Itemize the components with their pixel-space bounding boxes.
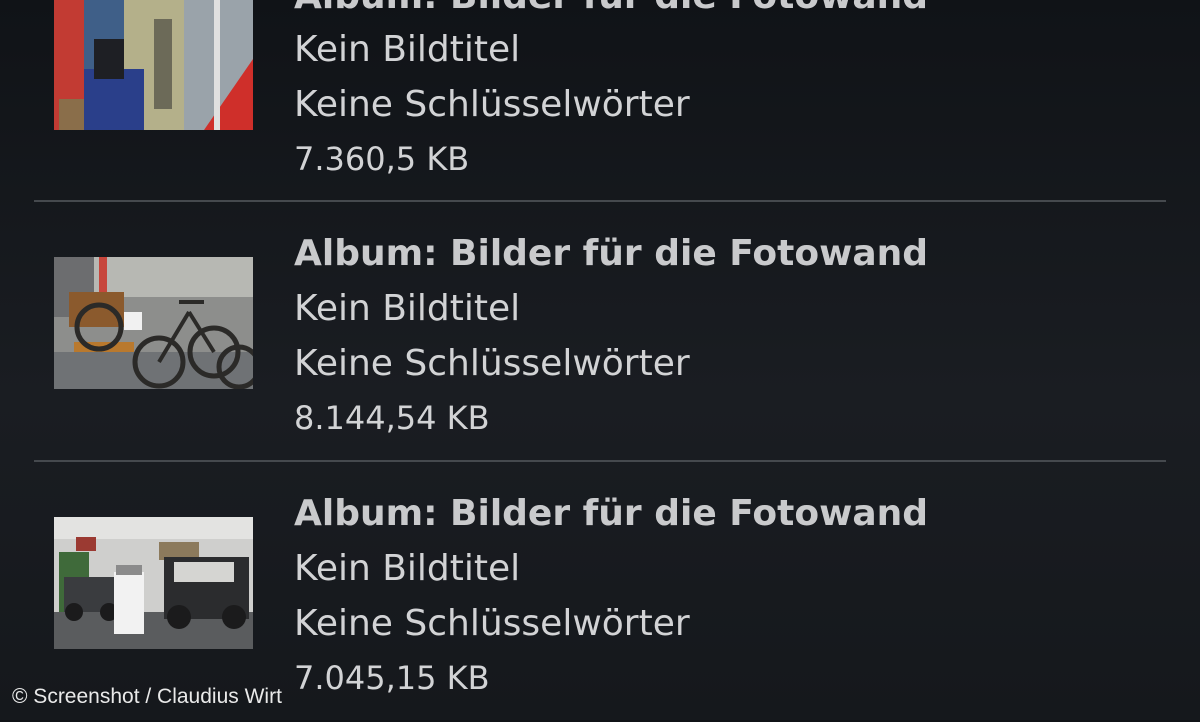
photo-list: Album: Bilder für die Fotowand Kein Bild… (0, 0, 1200, 720)
album-name: Album: Bilder für die Fotowand (294, 233, 929, 274)
keywords: Keine Schlüsselwörter (294, 603, 690, 644)
screenshot-credit: © Screenshot / Claudius Wirt (12, 685, 282, 708)
file-size: 8.144,54 KB (294, 399, 490, 437)
keywords: Keine Schlüsselwörter (294, 343, 690, 384)
album-name: Album: Bilder für die Fotowand (294, 0, 928, 17)
album-name: Album: Bilder für die Fotowand (294, 493, 929, 534)
photo-thumbnail[interactable] (54, 257, 253, 389)
list-item[interactable]: Album: Bilder für die Fotowand Kein Bild… (0, 462, 1200, 722)
file-size: 7.360,5 KB (294, 140, 470, 178)
keywords: Keine Schlüsselwörter (294, 84, 690, 125)
photo-thumbnail[interactable] (54, 517, 253, 649)
photo-thumbnail[interactable] (54, 0, 253, 130)
file-size: 7.045,15 KB (294, 659, 490, 697)
image-title: Kein Bildtitel (294, 548, 521, 589)
image-title: Kein Bildtitel (294, 288, 521, 329)
list-item[interactable]: Album: Bilder für die Fotowand Kein Bild… (0, 202, 1200, 462)
image-title: Kein Bildtitel (294, 29, 521, 70)
